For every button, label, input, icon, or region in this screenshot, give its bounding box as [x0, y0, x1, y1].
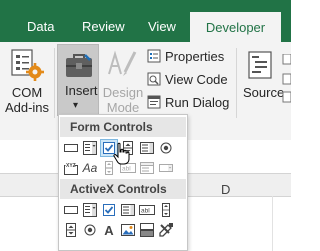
- design-mode-label-line2: Mode: [106, 100, 140, 115]
- activex-spin-button-control[interactable]: [62, 221, 80, 239]
- toolbox-icon: [66, 54, 92, 77]
- form-option-button-control[interactable]: [157, 139, 175, 157]
- gridline: [272, 196, 273, 251]
- tab-developer[interactable]: Developer: [190, 12, 281, 42]
- form-label-control[interactable]: Aa: [81, 159, 99, 177]
- combo-list-edit-icon: [140, 162, 154, 174]
- combo-drop-down-edit-icon: [159, 164, 173, 172]
- run-dialog-label: Run Dialog: [165, 95, 230, 110]
- insert-label: Insert: [65, 83, 98, 98]
- com-addins-label-line1: COM: [11, 85, 43, 100]
- command-button-icon: [64, 206, 78, 214]
- activex-option-button-control[interactable]: [81, 221, 99, 239]
- mouse-pointer-icon: [113, 142, 130, 165]
- activex-list-box-control[interactable]: [119, 201, 137, 219]
- group-separator: [236, 48, 237, 118]
- form-combo-box-control[interactable]: [81, 139, 99, 157]
- activex-checkbox-control[interactable]: [100, 201, 118, 219]
- scroll-bar-icon: [162, 203, 170, 217]
- activex-image-control[interactable]: [119, 221, 137, 239]
- properties-label: Properties: [165, 49, 225, 64]
- properties-icon: [147, 49, 161, 63]
- insert-controls-gallery: Form Controls ActiveX Controls XYZ Aa ab…: [58, 114, 188, 251]
- tab-review[interactable]: Review: [82, 19, 125, 34]
- design-mode-icon: [108, 50, 137, 76]
- toggle-button-icon: [140, 223, 154, 237]
- xml-source-icon: [248, 51, 272, 79]
- form-list-box-control[interactable]: [138, 139, 156, 157]
- activex-command-button-control[interactable]: [62, 201, 80, 219]
- activex-label-control[interactable]: A: [100, 221, 118, 239]
- more-controls-icon: [159, 223, 173, 237]
- form-combo-drop-down-edit-control[interactable]: [157, 159, 175, 177]
- activex-more-controls[interactable]: [157, 221, 175, 239]
- activex-combo-box-control[interactable]: [81, 201, 99, 219]
- option-button-icon: [84, 224, 96, 236]
- partial-ribbon-icon: [282, 54, 291, 103]
- source-label: Source: [243, 85, 285, 100]
- checkbox-icon: [103, 204, 115, 216]
- activex-toggle-button-control[interactable]: [138, 221, 156, 239]
- text-field-glyph: abl: [122, 166, 131, 173]
- form-group-box-control[interactable]: XYZ: [62, 159, 80, 177]
- combo-box-icon: [83, 141, 97, 155]
- view-code-icon: [147, 72, 161, 86]
- tab-data[interactable]: Data: [27, 19, 54, 34]
- group-box-icon: XYZ: [64, 162, 78, 175]
- text-box-icon: abl: [139, 205, 155, 215]
- tab-view[interactable]: View: [148, 19, 176, 34]
- run-dialog-icon: [147, 95, 161, 109]
- combo-box-icon: [83, 203, 97, 217]
- view-code-label: View Code: [165, 72, 228, 87]
- form-controls-header: Form Controls: [60, 117, 186, 137]
- activex-text-box-control[interactable]: abl: [138, 201, 156, 219]
- activex-scroll-bar-control[interactable]: [157, 201, 175, 219]
- list-box-icon: [121, 204, 135, 216]
- label-icon: Aa: [82, 161, 98, 175]
- group-separator: [54, 48, 55, 118]
- image-icon: [121, 224, 135, 236]
- com-addins-icon: [11, 49, 44, 81]
- group-box-glyph: XYZ: [66, 163, 76, 169]
- label-icon: A: [104, 222, 114, 238]
- button-icon: [64, 144, 78, 152]
- com-addins-label-line2: Add-ins: [4, 100, 50, 115]
- form-combo-list-edit-control[interactable]: [138, 159, 156, 177]
- list-box-icon: [140, 142, 154, 154]
- column-header-d[interactable]: D: [221, 182, 230, 197]
- form-button-control[interactable]: [62, 139, 80, 157]
- option-button-icon: [160, 142, 172, 154]
- activex-controls-header: ActiveX Controls: [60, 179, 186, 199]
- design-mode-label-line1: Design: [102, 85, 144, 100]
- text-box-glyph: abl: [141, 208, 150, 215]
- spin-button-icon: [66, 223, 76, 237]
- chevron-down-icon: ▾: [73, 100, 79, 111]
